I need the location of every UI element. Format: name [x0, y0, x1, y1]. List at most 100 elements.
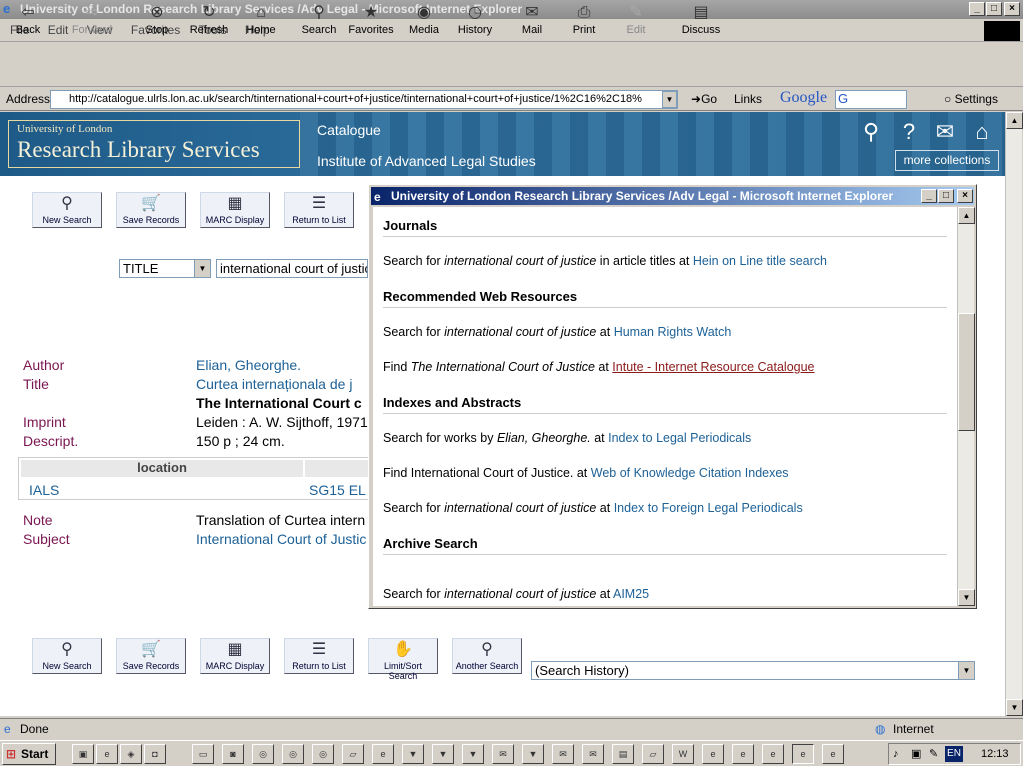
- scroll-down-icon[interactable]: ▼: [1006, 699, 1023, 716]
- taskbar-app-1[interactable]: ▣: [72, 744, 94, 764]
- save-records-button-bottom[interactable]: 🛒 Save Records: [116, 638, 186, 674]
- subject-link[interactable]: International Court of Justic: [196, 531, 366, 547]
- taskbar-app-23[interactable]: e: [732, 744, 754, 764]
- taskbar-app-22[interactable]: e: [702, 744, 724, 764]
- new-search-button-bottom[interactable]: ⚲ New Search: [32, 638, 102, 674]
- address-input[interactable]: http://catalogue.ulrls.lon.ac.uk/search/…: [50, 90, 678, 109]
- taskbar-app-18[interactable]: ✉: [582, 744, 604, 764]
- discuss-button[interactable]: ▤ Discuss: [673, 3, 729, 43]
- refresh-button[interactable]: ↻ Refresh: [181, 3, 237, 43]
- tray-app-icon[interactable]: ✎: [929, 744, 938, 764]
- minimize-button[interactable]: _: [969, 2, 985, 16]
- taskbar-app-3[interactable]: ◈: [120, 744, 142, 764]
- author-link[interactable]: Elian, Gheorghe.: [196, 357, 301, 373]
- human-rights-watch-link[interactable]: Human Rights Watch: [614, 325, 732, 339]
- callno-link[interactable]: SG15 EL: [309, 482, 366, 498]
- web-of-knowledge-link[interactable]: Web of Knowledge Citation Indexes: [591, 466, 789, 480]
- taskbar-app-11[interactable]: e: [372, 744, 394, 764]
- start-button[interactable]: ⊞ Start: [2, 743, 56, 765]
- taskbar-app-10[interactable]: ▱: [342, 744, 364, 764]
- print-button[interactable]: ⎙ Print: [556, 3, 612, 43]
- taskbar-app-13[interactable]: ▼: [432, 744, 454, 764]
- save-records-button[interactable]: 🛒 Save Records: [116, 192, 186, 228]
- network-icon[interactable]: ▣: [911, 744, 921, 764]
- row-mid: in article titles at: [596, 254, 693, 268]
- taskbar-app-24[interactable]: e: [762, 744, 784, 764]
- return-to-list-button-bottom[interactable]: ☰ Return to List: [284, 638, 354, 674]
- scroll-down-icon[interactable]: ▼: [958, 589, 975, 606]
- aim25-link[interactable]: AIM25: [613, 587, 649, 601]
- google-search-input[interactable]: G: [835, 90, 907, 109]
- taskbar-app-8[interactable]: ◎: [282, 744, 304, 764]
- search-button[interactable]: ⚲ Search: [291, 3, 347, 43]
- mail-icon[interactable]: ✉: [931, 118, 959, 146]
- catalogue-link[interactable]: Catalogue: [317, 122, 381, 138]
- taskbar-app-26[interactable]: e: [822, 744, 844, 764]
- hein-online-link[interactable]: Hein on Line title search: [693, 254, 827, 268]
- taskbar-app-12[interactable]: ▼: [402, 744, 424, 764]
- intute-link[interactable]: Intute - Internet Resource Catalogue: [612, 360, 814, 374]
- taskbar-app-15[interactable]: ✉: [492, 744, 514, 764]
- taskbar-app-9[interactable]: ◎: [312, 744, 334, 764]
- go-button[interactable]: ➜Go: [691, 92, 717, 106]
- index-legal-periodicals-link[interactable]: Index to Legal Periodicals: [608, 431, 751, 445]
- scroll-up-icon[interactable]: ▲: [958, 207, 975, 224]
- language-indicator[interactable]: EN: [945, 746, 963, 762]
- new-search-button[interactable]: ⚲ New Search: [32, 192, 102, 228]
- back-button[interactable]: ⇦ Back: [0, 3, 56, 43]
- scroll-up-icon[interactable]: ▲: [1006, 112, 1023, 129]
- index-foreign-legal-periodicals-link[interactable]: Index to Foreign Legal Periodicals: [614, 501, 803, 515]
- settings-button[interactable]: ○ Settings: [944, 92, 998, 106]
- maximize-button[interactable]: □: [986, 2, 1002, 16]
- help-icon[interactable]: ?: [895, 118, 923, 146]
- links-label[interactable]: Links: [734, 92, 762, 106]
- limit-sort-search-button[interactable]: ✋ Limit/Sort Search: [368, 638, 438, 681]
- search-field-select[interactable]: TITLE ▼: [119, 259, 211, 278]
- taskbar-app-14[interactable]: ▼: [462, 744, 484, 764]
- clock[interactable]: 12:13: [981, 744, 1009, 764]
- edit-button[interactable]: ✎ Edit: [608, 3, 664, 43]
- institute-link[interactable]: Institute of Advanced Legal Studies: [317, 153, 536, 169]
- row-query: international court of justice: [444, 587, 597, 601]
- taskbar-app-21[interactable]: W: [672, 744, 694, 764]
- close-button[interactable]: ×: [1004, 2, 1020, 16]
- taskbar-app-7[interactable]: ◎: [252, 744, 274, 764]
- taskbar-app-20[interactable]: ▱: [642, 744, 664, 764]
- media-button[interactable]: ◉ Media: [396, 3, 452, 43]
- search-icon[interactable]: ⚲: [857, 118, 885, 146]
- speaker-icon[interactable]: ♪: [893, 744, 899, 764]
- search-history-select[interactable]: (Search History) ▼: [531, 661, 975, 680]
- taskbar-app-25-active[interactable]: e: [792, 744, 814, 764]
- home-button[interactable]: ⌂ Home: [233, 3, 289, 43]
- forward-button[interactable]: ⇨ Forward: [64, 3, 120, 43]
- taskbar-app-5[interactable]: ▭: [192, 744, 214, 764]
- return-to-list-label: Return to List: [292, 661, 346, 671]
- history-button[interactable]: ◷ History: [447, 3, 503, 43]
- page-scrollbar[interactable]: ▲ ▼: [1005, 112, 1023, 716]
- location-link[interactable]: IALS: [29, 482, 59, 498]
- taskbar-app-2[interactable]: e: [96, 744, 118, 764]
- address-dropdown-icon[interactable]: ▼: [662, 91, 677, 108]
- taskbar-app-4[interactable]: ◘: [144, 744, 166, 764]
- another-search-button[interactable]: ⚲ Another Search: [452, 638, 522, 674]
- taskbar-app-16[interactable]: ▼: [522, 744, 544, 764]
- site-logo[interactable]: University of London Research Library Se…: [8, 120, 300, 168]
- title-link[interactable]: Curtea internaționala de j: [196, 376, 352, 392]
- more-collections-button[interactable]: more collections: [895, 150, 999, 171]
- marc-display-button-bottom[interactable]: ▦ MARC Display: [200, 638, 270, 674]
- taskbar-app-19[interactable]: ▤: [612, 744, 634, 764]
- popup-maximize-button[interactable]: □: [938, 189, 954, 203]
- popup-scroll-thumb[interactable]: [958, 313, 975, 431]
- mail-button[interactable]: ✉ Mail: [504, 3, 560, 43]
- taskbar-app-17[interactable]: ✉: [552, 744, 574, 764]
- favorites-button[interactable]: ★ Favorites: [343, 3, 399, 43]
- stop-button[interactable]: ⊗ Stop: [129, 3, 185, 43]
- return-to-list-button[interactable]: ☰ Return to List: [284, 192, 354, 228]
- search-query-input[interactable]: international court of justic: [216, 259, 368, 278]
- taskbar-app-6[interactable]: ◙: [222, 744, 244, 764]
- popup-scrollbar[interactable]: ▲ ▼: [957, 207, 975, 606]
- marc-display-button[interactable]: ▦ MARC Display: [200, 192, 270, 228]
- popup-close-button[interactable]: ×: [957, 189, 973, 203]
- home-icon[interactable]: ⌂: [968, 118, 996, 146]
- popup-minimize-button[interactable]: _: [921, 189, 937, 203]
